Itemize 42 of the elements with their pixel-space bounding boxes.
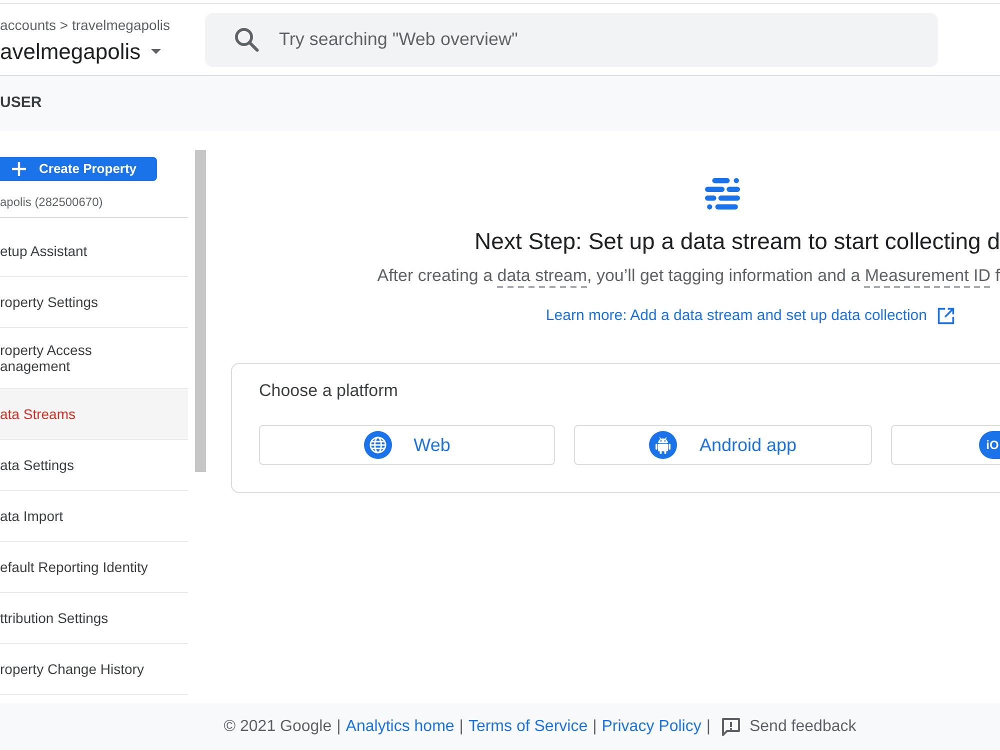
empty-state-heading: Next Step: Set up a data stream to start collecting d	[474, 227, 1000, 256]
footer-link[interactable]: Terms of Service	[468, 714, 588, 738]
data-stream-icon	[705, 178, 740, 210]
nav-item[interactable]: etup Assistant	[0, 226, 188, 277]
nav-item[interactable]: ttribution Settings	[0, 593, 188, 644]
footer-link[interactable]: Analytics home	[346, 714, 454, 738]
nav-item[interactable]: efault Reporting Identity	[0, 542, 188, 593]
globe-icon	[364, 431, 392, 459]
nav-item[interactable]: ata Streams	[0, 389, 188, 440]
nav-item[interactable]: roperty Settings	[0, 277, 188, 328]
platform-button[interactable]: Web	[259, 425, 555, 465]
search-icon	[235, 28, 259, 52]
footer-separator: |	[336, 716, 341, 736]
property-picker[interactable]: avelmegapolis	[0, 38, 161, 66]
platform-button[interactable]: iO	[891, 425, 1000, 465]
footer-separator: |	[592, 716, 597, 736]
caret-icon	[150, 49, 161, 54]
scrollbar-thumb[interactable]	[195, 150, 206, 472]
feedback-icon	[721, 716, 742, 736]
nav-item[interactable]: ata Settings	[0, 440, 188, 491]
create-property-button[interactable]: Create Property	[0, 157, 157, 181]
search-field[interactable]: Try searching "Web overview"	[205, 12, 938, 66]
nav-item[interactable]: ata Import	[0, 491, 188, 542]
glossary-term-link[interactable]: Measurement ID	[864, 266, 991, 285]
breadcrumb-text: accounts > travelmegapolis	[0, 16, 172, 34]
external-link-icon	[937, 307, 955, 325]
android-icon	[649, 431, 678, 459]
nav-item[interactable]: roperty Change History	[0, 644, 188, 695]
section-label: USER	[0, 93, 42, 114]
copyright-text: © 2021 Google	[224, 716, 332, 736]
empty-state-description: After creating a data stream, you’ll get tagging information and a Measurement ID f	[377, 265, 1000, 287]
property-name: apolis (282500670)	[0, 194, 188, 218]
platform-button[interactable]: Android app	[574, 425, 872, 465]
footer-separator: |	[459, 716, 464, 736]
send-feedback-button[interactable]: Send feedback	[715, 714, 856, 738]
ios-logo: iO	[979, 431, 1000, 459]
learn-more-link[interactable]: Learn more: Add a data stream and set up data collection	[546, 306, 955, 326]
glossary-term-link[interactable]: data stream	[497, 266, 588, 285]
footer-separator: |	[706, 716, 710, 736]
plus-icon	[12, 162, 26, 176]
card-title: Choose a platform	[259, 380, 399, 402]
footer-link[interactable]: Privacy Policy	[602, 714, 702, 738]
